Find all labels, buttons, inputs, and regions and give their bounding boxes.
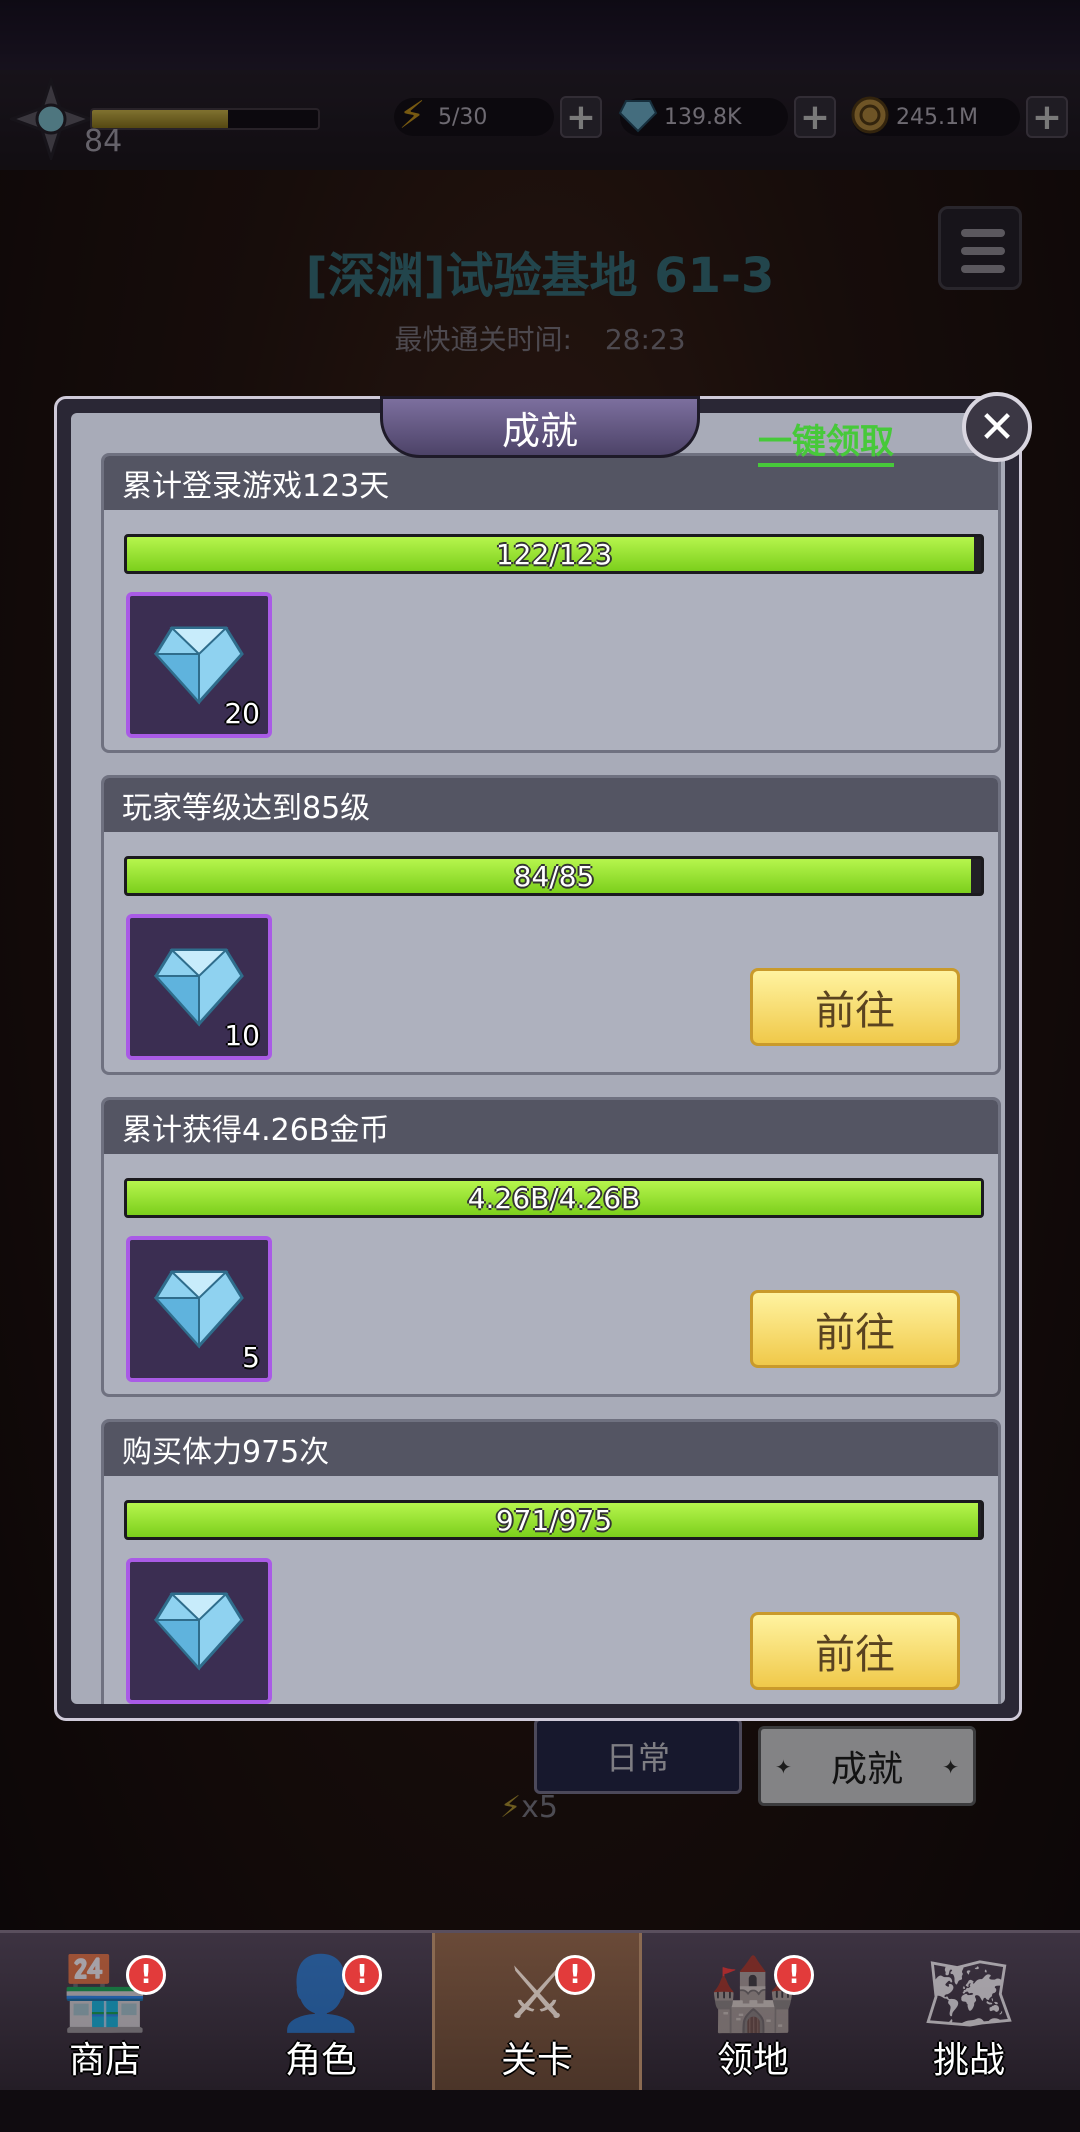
reward-slot[interactable]: 10 [126, 914, 272, 1060]
notification-badge: ! [774, 1955, 814, 1995]
nav-item[interactable]: ⚔ ! 关卡 [432, 1933, 642, 2093]
achievement-card: 玩家等级达到85级 84/85 10 前往 [101, 775, 1001, 1075]
achievement-progress-bar: 122/123 [124, 534, 984, 574]
nav-item[interactable]: 🗺 挑战 [864, 1933, 1074, 2093]
achievement-progress-text: 4.26B/4.26B [467, 1181, 641, 1215]
reward-count: 20 [224, 697, 260, 730]
map-icon: 🗺 [923, 1951, 1015, 2035]
bottom-nav: 🏪 ! 商店 👤 ! 角色 ⚔ ! 关卡 🏰 ! 领地 🗺 挑战 [0, 1930, 1080, 2093]
achievement-card: 累计登录游戏123天 122/123 20 [101, 453, 1001, 753]
claim-all-button[interactable]: 一键领取 [758, 414, 894, 467]
achievement-card: 累计获得4.26B金币 4.26B/4.26B 5 前往 [101, 1097, 1001, 1397]
nav-label: 角色 [284, 2040, 357, 2081]
gem-icon [154, 948, 244, 1027]
notification-badge: ! [555, 1955, 595, 1995]
gem-icon [154, 1592, 244, 1671]
goto-button[interactable]: 前往 [750, 1290, 960, 1368]
reward-slot[interactable] [126, 1558, 272, 1704]
goto-button[interactable]: 前往 [750, 1612, 960, 1690]
reward-count: 5 [242, 1341, 260, 1374]
gem-icon [154, 1270, 244, 1349]
nav-bottom-strip [0, 2090, 1080, 2132]
achievement-card: 购买体力975次 971/975 前往 [101, 1419, 1001, 1704]
modal-title: 成就 [380, 396, 700, 458]
nav-item[interactable]: 👤 ! 角色 [216, 1933, 426, 2093]
achievement-progress-text: 84/85 [513, 859, 595, 893]
nav-label: 关卡 [500, 2040, 573, 2081]
notification-badge: ! [342, 1955, 382, 1995]
achievement-progress-text: 122/123 [495, 537, 613, 571]
achievement-progress-bar: 4.26B/4.26B [124, 1178, 984, 1218]
nav-item[interactable]: 🏪 ! 商店 [0, 1933, 210, 2093]
reward-slot[interactable]: 5 [126, 1236, 272, 1382]
achievement-title: 玩家等级达到85级 [104, 778, 998, 832]
close-icon: ✕ [978, 401, 1016, 453]
achievement-title: 购买体力975次 [104, 1422, 998, 1476]
nav-item[interactable]: 🏰 ! 领地 [648, 1933, 858, 2093]
gem-icon [154, 626, 244, 705]
achievement-progress-text: 971/975 [495, 1503, 613, 1537]
achievement-title: 累计获得4.26B金币 [104, 1100, 998, 1154]
nav-label: 挑战 [932, 2040, 1005, 2081]
close-button[interactable]: ✕ [962, 392, 1032, 462]
nav-label: 领地 [716, 2040, 789, 2081]
notification-badge: ! [126, 1955, 166, 1995]
reward-slot[interactable]: 20 [126, 592, 272, 738]
goto-button[interactable]: 前往 [750, 968, 960, 1046]
achievement-progress-bar: 84/85 [124, 856, 984, 896]
nav-label: 商店 [68, 2040, 141, 2081]
achievement-progress-bar: 971/975 [124, 1500, 984, 1540]
reward-count: 10 [224, 1019, 260, 1052]
achievement-list[interactable]: 累计登录游戏123天 122/123 20 玩家等级达到85级 84/85 10… [71, 413, 1005, 1704]
achievements-modal: 累计登录游戏123天 122/123 20 玩家等级达到85级 84/85 10… [54, 396, 1022, 1721]
